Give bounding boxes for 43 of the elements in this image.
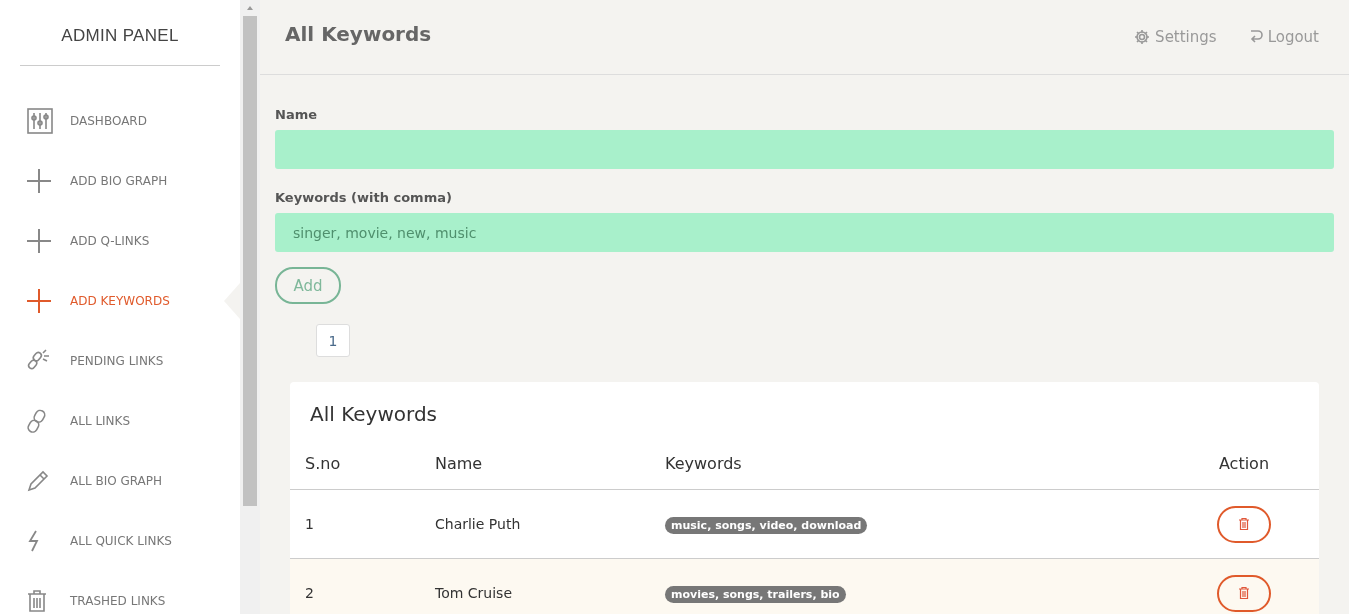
name-text: Charlie Puth: [435, 516, 521, 532]
sidebar-item[interactable]: ALL LINKS: [0, 391, 240, 451]
sidebar-item[interactable]: TRASHED LINKS: [0, 571, 240, 614]
input-field[interactable]: singer, movie, new, music: [275, 213, 1334, 252]
settings-icon: [1134, 29, 1151, 45]
field-label: Keywords (with comma): [275, 190, 453, 205]
sidebar-title: ADMIN PANEL: [60, 25, 180, 47]
trash-icon: [1239, 587, 1249, 599]
plus-icon: [27, 169, 51, 193]
sidebar-item[interactable]: PENDING LINKS: [0, 331, 240, 391]
page-button[interactable]: 1: [316, 324, 350, 357]
input-field[interactable]: [275, 130, 1334, 169]
serial-number: 1: [305, 516, 314, 532]
delete-button[interactable]: [1217, 505, 1271, 543]
plus-icon: [27, 229, 51, 253]
column-header: Keywords: [650, 454, 1169, 490]
pencil-icon: [27, 470, 49, 492]
name-text: Tom Cruise: [435, 585, 513, 601]
sidebar-item[interactable]: ALL QUICK LINKS: [0, 511, 240, 571]
header-link[interactable]: Logout: [1248, 28, 1319, 46]
trash-icon: [27, 590, 47, 612]
column-header: Name: [420, 454, 650, 490]
plus-icon: [27, 289, 51, 313]
keywords-badge: movies, songs, trailers, bio: [665, 586, 846, 603]
table-title: All Keywords: [309, 401, 438, 428]
page-title: All Keywords: [285, 22, 432, 46]
sidebar-item[interactable]: ALL BIO GRAPH: [0, 451, 240, 511]
sidebar-item[interactable]: DASHBOARD: [0, 91, 240, 151]
sidebar-item[interactable]: ADD BIO GRAPH: [0, 151, 240, 211]
scrollbar[interactable]: [240, 0, 260, 614]
column-header: Action: [1169, 454, 1319, 490]
header-link[interactable]: Settings: [1134, 28, 1217, 46]
sliders-icon: [27, 108, 53, 134]
link-icon: [27, 408, 47, 434]
field-label: Name: [275, 107, 318, 122]
sidebar-item[interactable]: ADD Q-LINKS: [0, 211, 240, 271]
keywords-badge: music, songs, video, download: [665, 517, 868, 534]
delete-button[interactable]: [1217, 574, 1271, 612]
lightning-bolt-icon: [27, 530, 41, 552]
trash-icon: [1239, 518, 1249, 530]
logout-icon: [1248, 29, 1263, 45]
column-header: S.no: [290, 454, 420, 490]
serial-number: 2: [305, 585, 314, 601]
